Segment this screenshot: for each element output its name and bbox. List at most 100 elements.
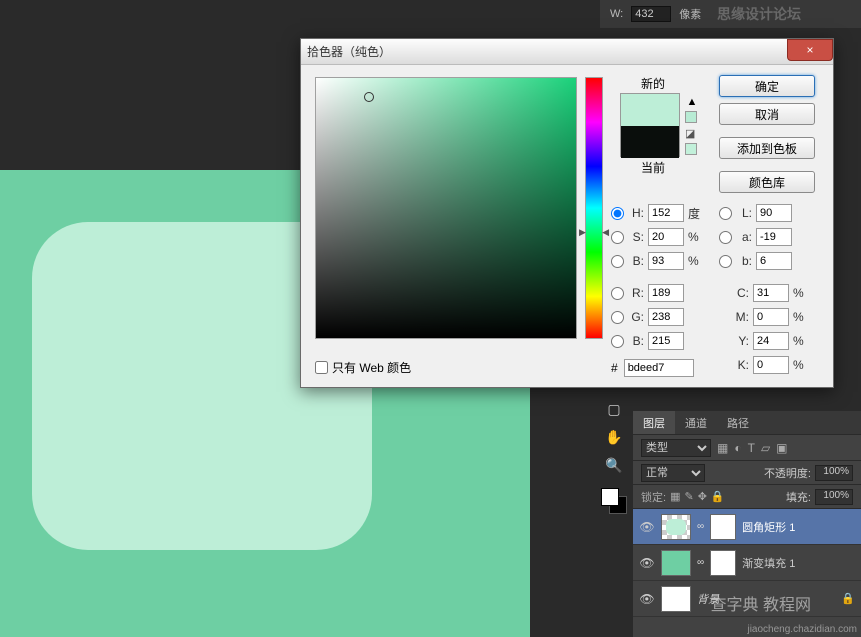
close-button[interactable]: × [787, 39, 833, 61]
fill-input[interactable]: 100% [815, 489, 853, 505]
gamut-warning-icon[interactable]: ▲ [685, 95, 699, 109]
filter-shape-icon[interactable]: ▱ [761, 441, 770, 455]
visibility-icon[interactable]: 👁 [639, 592, 655, 606]
blend-mode-select[interactable]: 正常 [641, 464, 705, 482]
lab-a-input[interactable] [756, 228, 792, 246]
filter-smart-icon[interactable]: ▣ [776, 441, 787, 455]
websafe-corrected-swatch[interactable] [685, 143, 697, 155]
hex-row: # [611, 359, 694, 377]
width-input[interactable] [631, 6, 671, 22]
zoom-tool-icon[interactable]: 🔍 [603, 454, 625, 476]
color-library-button[interactable]: 颜色库 [719, 171, 815, 193]
layer-filter-row: 类型 ▦ ◐ T ▱ ▣ [633, 435, 861, 461]
hex-label: # [611, 361, 618, 375]
current-color-swatch[interactable] [621, 126, 679, 158]
ok-button[interactable]: 确定 [719, 75, 815, 97]
m-input[interactable] [753, 308, 789, 326]
link-icon[interactable]: ∞ [697, 521, 704, 532]
layer-row[interactable]: 👁 ∞ 圆角矩形 1 [633, 509, 861, 545]
bri-radio[interactable] [611, 255, 624, 268]
y-input[interactable] [753, 332, 789, 350]
opacity-label: 不透明度: [764, 465, 811, 481]
filter-adjust-icon[interactable]: ◐ [734, 441, 741, 455]
layer-name[interactable]: 圆角矩形 1 [742, 519, 855, 535]
b-radio[interactable] [611, 335, 624, 348]
lock-icon: 🔒 [841, 592, 855, 605]
link-icon[interactable]: ∞ [697, 557, 704, 568]
filter-type-icon[interactable]: T [748, 441, 755, 455]
g-input[interactable] [648, 308, 684, 326]
hex-input[interactable] [624, 359, 694, 377]
bri-input[interactable] [648, 252, 684, 270]
hue-slider[interactable] [585, 77, 603, 339]
tab-layers[interactable]: 图层 [633, 411, 675, 434]
foreground-color-swatch[interactable] [601, 488, 619, 506]
lab-l-row: L: [719, 203, 792, 223]
dialog-titlebar[interactable]: 拾色器（纯色） × [301, 39, 833, 65]
tab-channels[interactable]: 通道 [675, 411, 717, 434]
lock-pos-icon[interactable]: ✥ [698, 490, 707, 503]
lab-l-radio[interactable] [719, 207, 732, 220]
dialog-body: ▶◀ 新的 当前 ▲ ◪ 确定 取消 添加到色板 颜色库 H: 度 S: % B… [301, 65, 833, 389]
layer-filter-icons: ▦ ◐ T ▱ ▣ [717, 441, 788, 455]
opacity-input[interactable]: 100% [815, 465, 853, 481]
cancel-button[interactable]: 取消 [719, 103, 815, 125]
hue-row: H: 度 [611, 203, 702, 223]
c-row: C: % [731, 283, 807, 303]
tab-paths[interactable]: 路径 [717, 411, 759, 434]
k-input[interactable] [753, 356, 789, 374]
websafe-warning-icon[interactable]: ◪ [685, 127, 699, 141]
c-input[interactable] [753, 284, 789, 302]
fill-label: 填充: [786, 489, 811, 505]
layer-thumb[interactable] [661, 586, 691, 612]
web-only-label: 只有 Web 颜色 [332, 359, 411, 376]
watermark-bottom-url: jiaocheng.chazidian.com [747, 624, 857, 635]
g-radio[interactable] [611, 311, 624, 324]
lock-paint-icon[interactable]: ✎ [684, 490, 693, 503]
lock-fill-row: 锁定: ▦ ✎ ✥ 🔒 填充: 100% [633, 485, 861, 509]
bri-row: B: % [611, 251, 702, 271]
panel-tabs: 图层 通道 路径 [633, 411, 861, 435]
lock-trans-icon[interactable]: ▦ [670, 490, 680, 503]
layer-thumb[interactable] [661, 514, 691, 540]
visibility-icon[interactable]: 👁 [639, 556, 655, 570]
hand-tool-icon[interactable]: ✋ [603, 426, 625, 448]
lab-a-radio[interactable] [719, 231, 732, 244]
web-only-checkbox-row[interactable]: 只有 Web 颜色 [315, 359, 411, 376]
new-color-swatch[interactable] [621, 94, 679, 126]
layer-name[interactable]: 渐变填充 1 [742, 555, 855, 571]
r-input[interactable] [648, 284, 684, 302]
rect-tool-icon[interactable]: ▢ [603, 398, 625, 420]
add-to-swatches-button[interactable]: 添加到色板 [719, 137, 815, 159]
layer-mask-thumb[interactable] [710, 514, 736, 540]
layer-thumb[interactable] [661, 550, 691, 576]
lab-l-input[interactable] [756, 204, 792, 222]
lock-all-icon[interactable]: 🔒 [711, 490, 725, 503]
new-color-label: 新的 [626, 75, 680, 92]
color-preview [620, 93, 680, 157]
color-picker-dialog: 拾色器（纯色） × ▶◀ 新的 当前 ▲ ◪ 确定 取消 添加到色板 颜色库 H… [300, 38, 834, 388]
layer-row[interactable]: 👁 ∞ 渐变填充 1 [633, 545, 861, 581]
close-icon: × [806, 43, 813, 57]
b-input[interactable] [648, 332, 684, 350]
visibility-icon[interactable]: 👁 [639, 520, 655, 534]
r-radio[interactable] [611, 287, 624, 300]
color-field-cursor[interactable] [364, 92, 374, 102]
layer-kind-select[interactable]: 类型 [641, 439, 711, 457]
sat-input[interactable] [648, 228, 684, 246]
blend-opacity-row: 正常 不透明度: 100% [633, 461, 861, 485]
hue-input[interactable] [648, 204, 684, 222]
r-row: R: [611, 283, 684, 303]
lab-b-input[interactable] [756, 252, 792, 270]
lab-b-radio[interactable] [719, 255, 732, 268]
sat-radio[interactable] [611, 231, 624, 244]
color-swatches[interactable] [601, 488, 627, 514]
web-only-checkbox[interactable] [315, 361, 328, 374]
layer-mask-thumb[interactable] [710, 550, 736, 576]
lab-b-row: b: [719, 251, 792, 271]
hue-radio[interactable] [611, 207, 624, 220]
gamut-corrected-swatch[interactable] [685, 111, 697, 123]
filter-pixel-icon[interactable]: ▦ [717, 441, 728, 455]
lock-label: 锁定: [641, 489, 666, 505]
color-field[interactable] [315, 77, 577, 339]
